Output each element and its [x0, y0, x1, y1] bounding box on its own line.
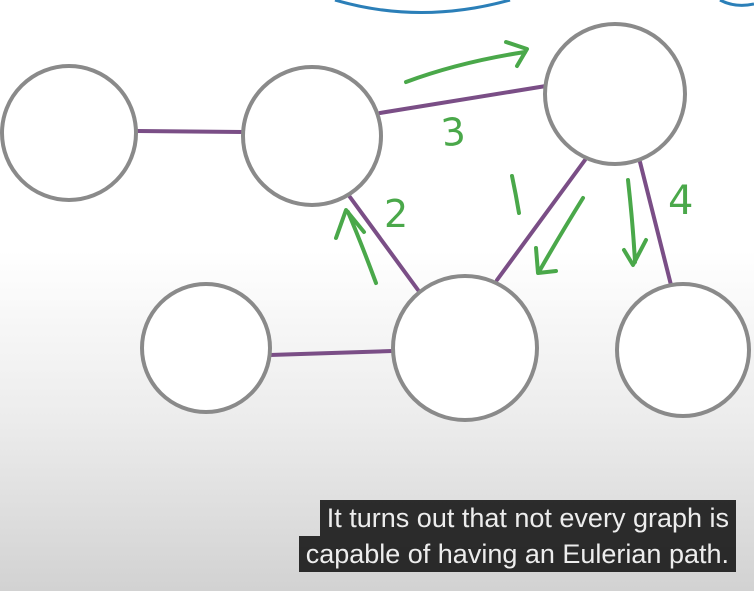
graph-node-c — [543, 22, 687, 166]
subtitle-caption: It turns out that not every graph is cap… — [298, 500, 736, 572]
label-1-stroke — [510, 174, 521, 215]
arrow-4 — [626, 178, 637, 264]
edge-label-3: 3 — [439, 109, 468, 155]
edge-d-e — [268, 349, 394, 357]
arrow-3 — [404, 50, 527, 84]
edge-c-f — [638, 160, 673, 287]
arrow-2 — [346, 210, 378, 285]
nodes — [0, 22, 751, 422]
graph-node-e — [391, 274, 539, 422]
graph-node-d — [140, 282, 272, 414]
arrow-2-head — [334, 208, 366, 240]
graph-node-a — [0, 64, 138, 202]
blue-curve-right — [719, 0, 754, 7]
graph-node-b — [241, 65, 383, 207]
blue-curve — [334, 0, 511, 14]
edge-label-4: 4 — [668, 178, 693, 224]
graph-node-f — [615, 282, 751, 418]
edge-label-1: 1 — [508, 211, 509, 213]
caption-line-1: It turns out that not every graph is — [319, 500, 736, 536]
arrow-1 — [538, 196, 585, 272]
caption-line-2: capable of having an Eulerian path. — [298, 536, 736, 572]
edge-label-2: 2 — [384, 192, 408, 236]
edge-a-b — [135, 129, 245, 134]
